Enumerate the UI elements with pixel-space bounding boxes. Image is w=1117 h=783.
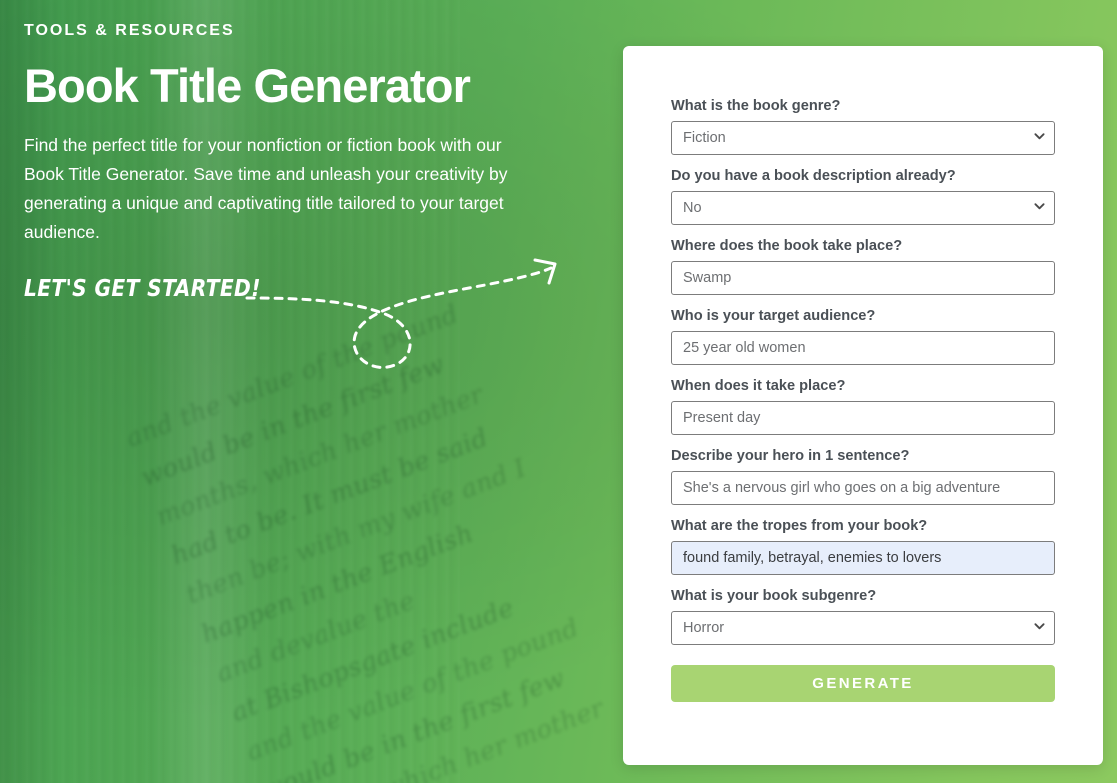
input-book-setting-time[interactable]: Present day <box>671 401 1055 435</box>
page-title: Book Title Generator <box>24 59 471 112</box>
value-book-description-already: No <box>683 200 702 216</box>
hero-section: TOOLS & RESOURCES Book Title Generator F… <box>24 20 584 247</box>
label-book-genre: What is the book genre? <box>671 98 841 114</box>
chevron-down-icon <box>1034 201 1045 212</box>
form-field-book-tropes: What are the tropes from your book? found… <box>671 516 1055 575</box>
label-book-tropes: What are the tropes from your book? <box>671 518 928 534</box>
label-hero-description: Describe your hero in 1 sentence? <box>671 448 910 464</box>
lets-get-started-label: LET'S GET STARTED! <box>24 276 261 302</box>
form-field-hero-description: Describe your hero in 1 sentence? She's a… <box>671 446 1055 505</box>
eyebrow-label: TOOLS & RESOURCES <box>24 22 235 39</box>
value-hero-description: She's a nervous girl who goes on a big a… <box>683 480 1001 496</box>
select-book-description-already[interactable]: No <box>671 191 1055 225</box>
call-to-action-group: LET'S GET STARTED! <box>24 258 564 386</box>
select-book-genre[interactable]: Fiction <box>671 121 1055 155</box>
label-book-description-already: Do you have a book description already? <box>671 168 956 184</box>
label-book-setting-time: When does it take place? <box>671 378 846 394</box>
label-book-subgenre: What is your book subgenre? <box>671 588 877 604</box>
input-book-setting-place[interactable]: Swamp <box>671 261 1055 295</box>
form-field-target-audience: Who is your target audience? 25 year old … <box>671 306 1055 365</box>
value-book-genre: Fiction <box>683 130 726 146</box>
value-book-setting-time: Present day <box>683 410 761 426</box>
value-target-audience: 25 year old women <box>683 340 806 356</box>
hero-description: Find the perfect title for your nonficti… <box>24 135 508 242</box>
value-book-tropes: found family, betrayal, enemies to lover… <box>683 550 942 566</box>
form-field-book-description-already: Do you have a book description already? N… <box>671 166 1055 225</box>
book-title-generator-form: What is the book genre? Fiction Do you hav… <box>671 96 1055 702</box>
form-field-book-setting-place: Where does the book take place? Swamp <box>671 236 1055 295</box>
form-field-book-setting-time: When does it take place? Present day <box>671 376 1055 435</box>
curved-dashed-arrow-icon <box>239 258 569 393</box>
label-book-setting-place: Where does the book take place? <box>671 238 903 254</box>
generate-button[interactable]: GENERATE <box>671 665 1055 702</box>
chevron-down-icon <box>1034 131 1045 142</box>
select-book-subgenre[interactable]: Horror <box>671 611 1055 645</box>
form-field-book-subgenre: What is your book subgenre? Horror <box>671 586 1055 645</box>
input-hero-description[interactable]: She's a nervous girl who goes on a big a… <box>671 471 1055 505</box>
generator-form-card: What is the book genre? Fiction Do you hav… <box>623 46 1103 765</box>
value-book-subgenre: Horror <box>683 620 725 636</box>
chevron-down-icon <box>1034 621 1045 632</box>
input-book-tropes[interactable]: found family, betrayal, enemies to lover… <box>671 541 1055 575</box>
form-field-book-genre: What is the book genre? Fiction <box>671 96 1055 155</box>
value-book-setting-place: Swamp <box>683 270 732 286</box>
label-target-audience: Who is your target audience? <box>671 308 876 324</box>
input-target-audience[interactable]: 25 year old women <box>671 331 1055 365</box>
